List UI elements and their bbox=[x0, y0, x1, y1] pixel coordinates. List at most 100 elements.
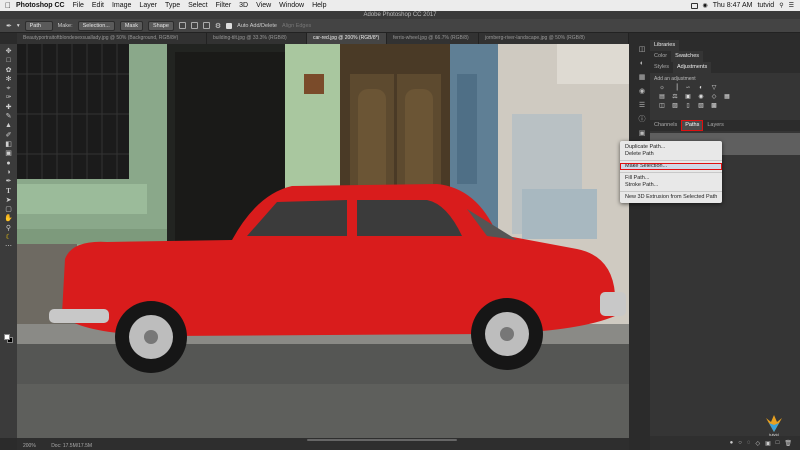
tab-beauty-portrait[interactable]: Beautyportraitoftblondesexsuallady.jpg @… bbox=[17, 33, 207, 44]
menu-new-3d-extrusion[interactable]: New 3D Extrusion from Selected Path bbox=[620, 194, 722, 201]
pen-tool-icon-toolbar[interactable]: ✒ bbox=[4, 178, 13, 186]
eraser-tool-icon[interactable]: ◧ bbox=[4, 141, 13, 149]
document-canvas[interactable] bbox=[17, 44, 629, 438]
color-lookup-icon[interactable]: ▦ bbox=[723, 94, 731, 101]
tab-ferris-wheel[interactable]: ferris-wheel.jpg @ 66.7% (RGB/8) bbox=[387, 33, 479, 44]
quick-select-tool-icon[interactable]: ✻ bbox=[4, 76, 13, 84]
info-dock-icon[interactable]: ⓘ bbox=[639, 116, 646, 124]
zoom-level[interactable]: 200% bbox=[23, 443, 36, 449]
shape-tool-icon[interactable]: ▢ bbox=[4, 206, 13, 214]
menu-file[interactable]: File bbox=[73, 2, 84, 9]
tab-adjustments[interactable]: Adjustments bbox=[672, 62, 712, 73]
menu-duplicate-path[interactable]: Duplicate Path... bbox=[620, 144, 722, 151]
make-mask-button[interactable]: Mask bbox=[119, 20, 143, 31]
brush-tool-icon[interactable]: ✎ bbox=[4, 113, 13, 121]
path-arrangement-icon[interactable] bbox=[202, 22, 210, 29]
menu-delete-path[interactable]: Delete Path bbox=[620, 151, 722, 158]
gear-icon[interactable]: ⚙ bbox=[215, 22, 221, 30]
color-dock-icon[interactable]: ◐ bbox=[640, 60, 644, 68]
menu-fill-path[interactable]: Fill Path... bbox=[620, 175, 722, 182]
menu-filter[interactable]: Filter bbox=[216, 2, 232, 9]
pen-tool-icon[interactable]: ✒ bbox=[6, 22, 12, 30]
path-operations-icon[interactable] bbox=[178, 22, 186, 29]
menu-select[interactable]: Select bbox=[188, 2, 207, 9]
tab-building-tilt[interactable]: building-tilt.jpg @ 33.3% (RGB/8) bbox=[207, 33, 307, 44]
tab-car-red[interactable]: car-red.jpg @ 200% (RGB/8*) bbox=[307, 33, 387, 44]
zoom-tool-icon[interactable]: ⚲ bbox=[4, 225, 13, 233]
stroke-path-icon[interactable]: ○ bbox=[738, 440, 742, 446]
new-path-icon[interactable]: □ bbox=[776, 440, 780, 446]
menu-image[interactable]: Image bbox=[112, 2, 131, 9]
hue-saturation-icon[interactable]: ▤ bbox=[658, 94, 666, 101]
threshold-icon[interactable]: ▯ bbox=[684, 103, 692, 110]
load-selection-icon[interactable]: ◌ bbox=[747, 440, 751, 446]
curves-icon[interactable]: ∽ bbox=[684, 85, 692, 92]
blur-tool-icon[interactable]: ● bbox=[4, 160, 13, 168]
clock[interactable]: Thu 8:47 AM bbox=[713, 2, 753, 9]
auto-add-delete-checkbox[interactable] bbox=[226, 22, 233, 29]
gradient-tool-icon[interactable]: ▣ bbox=[4, 150, 13, 158]
styles-dock-icon[interactable]: ▦ bbox=[639, 74, 646, 82]
tool-preset-chevron-icon[interactable]: ▾ bbox=[17, 23, 20, 29]
wifi-icon[interactable]: ◉ bbox=[703, 2, 708, 9]
photo-filter-icon[interactable]: ◉ bbox=[697, 94, 705, 101]
battery-icon[interactable] bbox=[690, 2, 698, 9]
type-tool-icon[interactable]: T bbox=[4, 187, 13, 195]
libraries-dock-icon[interactable]: ◫ bbox=[639, 46, 646, 54]
delete-path-icon[interactable]: 🗑 bbox=[784, 440, 792, 447]
hand-tool-icon[interactable]: ✋ bbox=[4, 215, 13, 223]
vibrance-icon[interactable]: ▽ bbox=[710, 85, 718, 92]
path-alignment-icon[interactable] bbox=[190, 22, 198, 29]
selective-color-icon[interactable]: ▩ bbox=[710, 103, 718, 110]
tab-channels[interactable]: Channels bbox=[650, 120, 681, 131]
mode-select[interactable]: Path bbox=[24, 20, 53, 31]
user-name[interactable]: tutvid bbox=[757, 2, 774, 9]
channels-dock-icon[interactable]: ▣ bbox=[639, 130, 646, 138]
history-brush-tool-icon[interactable]: ✐ bbox=[4, 132, 13, 140]
stamp-tool-icon[interactable]: ▲ bbox=[4, 122, 13, 130]
gradient-map-icon[interactable]: ▧ bbox=[697, 103, 705, 110]
add-mask-icon[interactable]: ▣ bbox=[765, 440, 771, 447]
apple-icon[interactable]:  bbox=[0, 1, 16, 10]
make-selection-button[interactable]: Selection... bbox=[77, 20, 115, 31]
tab-color[interactable]: Color bbox=[650, 51, 671, 62]
tab-layers[interactable]: Layers bbox=[703, 120, 728, 131]
tab-styles[interactable]: Styles bbox=[650, 62, 673, 73]
healing-tool-icon[interactable]: ✚ bbox=[4, 104, 13, 112]
menu-stroke-path[interactable]: Stroke Path... bbox=[620, 182, 722, 189]
tab-libraries[interactable]: Libraries bbox=[650, 40, 680, 51]
adjust-dock-icon[interactable]: ◉ bbox=[639, 88, 645, 96]
menu-make-selection[interactable]: Make Selection... bbox=[620, 163, 722, 170]
menu-type[interactable]: Type bbox=[165, 2, 180, 9]
move-tool-icon[interactable]: ✥ bbox=[4, 48, 13, 56]
color-balance-icon[interactable]: ⚖ bbox=[671, 94, 679, 101]
black-white-icon[interactable]: ▣ bbox=[684, 94, 692, 101]
make-shape-button[interactable]: Shape bbox=[147, 20, 174, 31]
exposure-icon[interactable]: ◐ bbox=[697, 85, 705, 92]
marquee-tool-icon[interactable]: □ bbox=[4, 57, 13, 65]
menu-3d[interactable]: 3D bbox=[239, 2, 248, 9]
menu-list-icon[interactable]: ☰ bbox=[789, 2, 794, 9]
tab-swatches[interactable]: Swatches bbox=[671, 51, 704, 62]
properties-dock-icon[interactable]: ☰ bbox=[639, 102, 645, 110]
brightness-icon[interactable]: ☼ bbox=[658, 85, 666, 92]
edit-toolbar-icon[interactable]: ⋯ bbox=[4, 243, 13, 251]
menu-edit[interactable]: Edit bbox=[92, 2, 104, 9]
banana-icon[interactable]: ☾ bbox=[4, 234, 13, 242]
menu-window[interactable]: Window bbox=[279, 2, 304, 9]
posterize-icon[interactable]: ▨ bbox=[671, 103, 679, 110]
path-select-tool-icon[interactable]: ➤ bbox=[4, 197, 13, 205]
search-icon[interactable]: ⚲ bbox=[779, 2, 783, 9]
menu-app-name[interactable]: Photoshop CC bbox=[16, 2, 65, 9]
lasso-tool-icon[interactable]: ✿ bbox=[4, 67, 13, 75]
invert-icon[interactable]: ◫ bbox=[658, 103, 666, 110]
levels-icon[interactable]: ▕ bbox=[671, 85, 679, 92]
eyedropper-tool-icon[interactable]: ✑ bbox=[4, 94, 13, 102]
crop-tool-icon[interactable]: ⌖ bbox=[4, 85, 13, 93]
scrollbar-thumb[interactable] bbox=[307, 439, 457, 441]
tab-paths[interactable]: Paths bbox=[681, 120, 704, 131]
channel-mixer-icon[interactable]: ◇ bbox=[710, 94, 718, 101]
menu-view[interactable]: View bbox=[256, 2, 271, 9]
make-work-path-icon[interactable]: ◇ bbox=[755, 440, 760, 447]
tab-jornberg-river[interactable]: jornberg-river-landscape.jpg @ 50% (RGB/… bbox=[479, 33, 629, 44]
